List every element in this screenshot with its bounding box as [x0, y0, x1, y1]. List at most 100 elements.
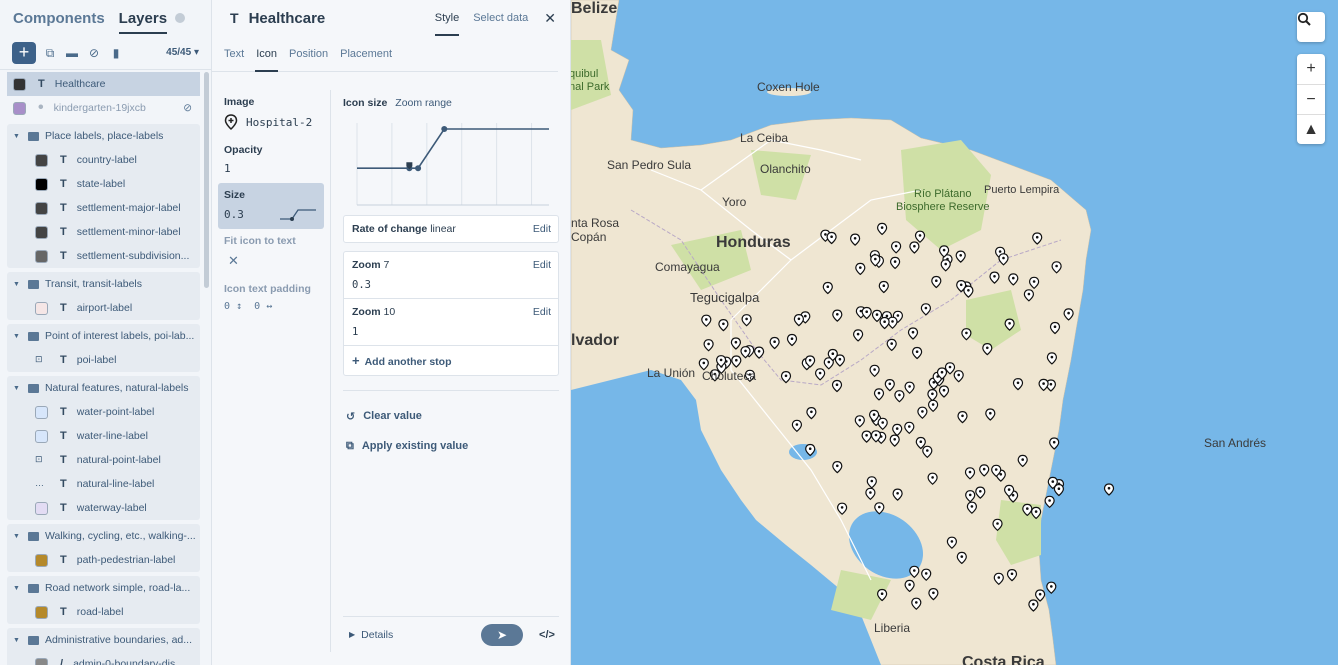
apply-existing-button[interactable]: ⧉ Apply existing value	[343, 431, 559, 461]
layer-item[interactable]: T Healthcare	[7, 72, 200, 96]
caret-down-icon[interactable]: ▼	[13, 333, 20, 340]
layer-label: Walking, cycling, etc., walking-...	[44, 530, 196, 542]
horizontal-arrow-icon: ↔	[266, 301, 273, 312]
subtab-placement[interactable]: Placement	[339, 36, 393, 72]
layer-item[interactable]: ⊡ Tnatural-point-label	[7, 448, 200, 472]
stop-point[interactable]	[415, 165, 422, 172]
folder-icon[interactable]: ▬	[64, 45, 80, 61]
layer-label: Healthcare	[54, 78, 106, 90]
stop-point[interactable]	[441, 126, 448, 132]
add-stop-button[interactable]: + Add another stop	[344, 345, 558, 375]
layer-item[interactable]: • kindergarten-19jxcb ⊘	[7, 96, 200, 120]
layer-item[interactable]: / admin-0-boundary-dis...	[7, 652, 200, 665]
caret-down-icon[interactable]: ▼	[13, 385, 20, 392]
layer-group: ▼ Walking, cycling, etc., walking-... Tpat…	[7, 524, 200, 572]
layer-item[interactable]: Tstate-label	[7, 172, 200, 196]
tab-components[interactable]: Components	[13, 10, 105, 27]
map-canvas[interactable]: Belize quibul nal Park Coxen Hole La Cei…	[571, 0, 1338, 665]
layer-group: ▼ Administrative boundaries, ad... / admin-…	[7, 628, 200, 665]
layer-swatch	[13, 101, 26, 115]
hidden-eye-icon[interactable]: ⊘	[183, 102, 192, 114]
trash-icon[interactable]: ▮	[108, 45, 124, 61]
stop-label: Zoom	[352, 259, 381, 271]
layer-type-icon: T	[60, 354, 67, 366]
layer-group: ▼ Natural features, natural-labels Twater-…	[7, 376, 200, 520]
stop-row[interactable]: Zoom 7 Edit 0.3	[344, 252, 558, 298]
layer-item[interactable]: Tsettlement-subdivision...	[7, 244, 200, 268]
duplicate-icon[interactable]: ⧉	[42, 45, 58, 61]
caret-down-icon[interactable]: ▼	[13, 637, 20, 644]
stop-row[interactable]: Zoom 10 Edit 1	[344, 298, 558, 345]
layer-group-header[interactable]: ▼ Road network simple, road-la...	[7, 576, 200, 600]
caret-down-icon[interactable]: ▼	[13, 281, 20, 288]
layer-group-header[interactable]: ▼ Transit, transit-labels	[7, 272, 200, 296]
layer-type-icon: T	[60, 226, 67, 238]
layer-item[interactable]: ⊡ Tpoi-label	[7, 348, 200, 372]
layer-label: kindergarten-19jxcb	[53, 102, 146, 114]
edit-stop-button[interactable]: Edit	[533, 259, 551, 271]
subtab-position[interactable]: Position	[288, 36, 329, 72]
folder-icon	[27, 131, 39, 141]
layer-group-header[interactable]: ▼ Administrative boundaries, ad...	[7, 628, 200, 652]
layers-panel: Components Layers + ⧉ ▬ ⊘ ▮ 45/45 ▾ T Hea…	[0, 0, 212, 665]
layer-type-icon: T	[60, 478, 67, 490]
caret-down-icon[interactable]: ▼	[13, 585, 20, 592]
map-label-puerto-lempira: Puerto Lempira	[984, 184, 1060, 196]
caret-down-icon[interactable]: ▼	[13, 533, 20, 540]
edit-rate-button[interactable]: Edit	[533, 223, 551, 235]
padding-label: Icon text padding	[224, 283, 311, 295]
pointer-button[interactable]: ➤	[481, 623, 523, 646]
layer-group-header[interactable]: ▼ Natural features, natural-labels	[7, 376, 200, 400]
clear-value-button[interactable]: ↺ Clear value	[343, 401, 559, 431]
layer-label: country-label	[76, 154, 137, 166]
zoom-out-icon[interactable]: −	[1297, 84, 1325, 114]
hospital-marker-icon[interactable]	[1053, 483, 1064, 497]
layer-item[interactable]: Twaterway-label	[7, 496, 200, 520]
hide-icon[interactable]: ⊘	[86, 45, 102, 61]
layer-item[interactable]: … Tnatural-line-label	[7, 472, 200, 496]
layer-item[interactable]: Tairport-label	[7, 296, 200, 320]
opacity-property[interactable]: Opacity 1	[212, 138, 330, 183]
icon-size-label: Icon size	[343, 97, 388, 109]
layer-swatch	[35, 405, 48, 419]
layer-group-header[interactable]: ▼ Point of interest labels, poi-lab...	[7, 324, 200, 348]
folder-icon	[27, 531, 39, 541]
size-property[interactable]: Size 0.3	[218, 183, 324, 229]
hospital-marker-icon[interactable]	[1046, 581, 1057, 594]
layer-group-header[interactable]: ▼ Place labels, place-labels	[7, 124, 200, 148]
image-property[interactable]: Image Hospital-2	[212, 90, 330, 138]
close-icon[interactable]: ✕	[544, 10, 556, 27]
layer-item[interactable]: Twater-line-label	[7, 424, 200, 448]
layer-item[interactable]: Tpath-pedestrian-label	[7, 548, 200, 572]
zoom-graph[interactable]: 0468121620	[343, 115, 559, 211]
layer-item[interactable]: Twater-point-label	[7, 400, 200, 424]
padding-horizontal: 0	[254, 301, 261, 312]
code-icon[interactable]: </>	[535, 629, 559, 641]
layer-group-header[interactable]: ▼ Walking, cycling, etc., walking-...	[7, 524, 200, 548]
search-icon[interactable]	[1297, 12, 1325, 42]
hospital-marker-icon[interactable]	[1103, 483, 1115, 496]
tab-layers[interactable]: Layers	[118, 10, 168, 34]
text-padding-property[interactable]: Icon text padding 0 ↕ 0 ↔	[212, 277, 330, 320]
edit-stop-button[interactable]: Edit	[533, 306, 551, 318]
layer-item[interactable]: Tsettlement-major-label	[7, 196, 200, 220]
add-layer-button[interactable]: +	[12, 41, 36, 64]
map-label-rio-platano: Río Plátano Biosphere Reserve	[896, 188, 990, 213]
subtab-text[interactable]: Text	[223, 36, 245, 72]
layer-item[interactable]: Troad-label	[7, 600, 200, 624]
scrollbar[interactable]	[204, 72, 209, 288]
details-toggle[interactable]: Details	[361, 629, 393, 641]
hospital-marker-icon[interactable]	[1044, 495, 1055, 509]
zoom-in-icon[interactable]: +	[1297, 54, 1325, 84]
compass-icon[interactable]: ▲	[1297, 114, 1325, 144]
tab-select-data[interactable]: Select data	[473, 0, 528, 36]
subtab-icon[interactable]: Icon	[255, 36, 278, 72]
tab-style[interactable]: Style	[434, 0, 460, 36]
map-label-liberia: Liberia	[874, 621, 911, 635]
fit-icon-property[interactable]: Fit icon to text ✕	[212, 229, 330, 277]
layer-item[interactable]: Tcountry-label	[7, 148, 200, 172]
caret-down-icon[interactable]: ▼	[13, 133, 20, 140]
layer-label: settlement-major-label	[76, 202, 181, 214]
text-type-icon: T	[230, 10, 239, 26]
layer-item[interactable]: Tsettlement-minor-label	[7, 220, 200, 244]
